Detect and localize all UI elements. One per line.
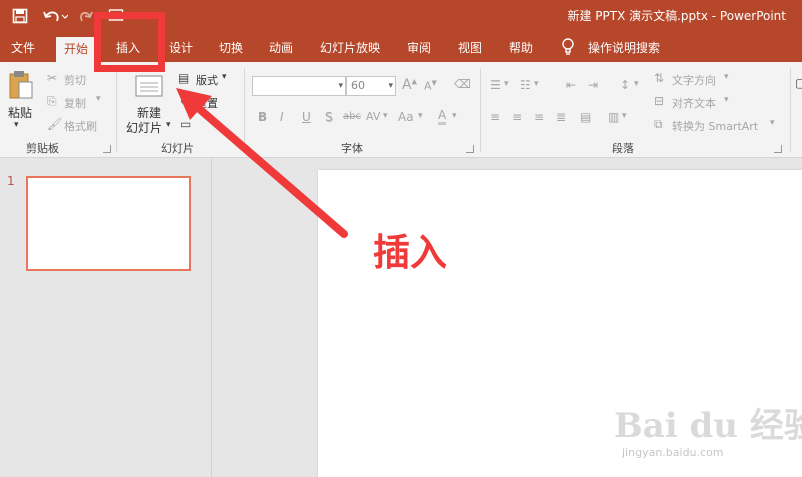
document-title: 新建 PPTX 演示文稿.pptx - PowerPoint <box>567 9 786 23</box>
redo-icon[interactable] <box>76 6 96 26</box>
font-name-combobox[interactable]: ▾ <box>252 76 346 96</box>
smartart-icon: ⧉ <box>654 117 663 131</box>
line-spacing-dropdown-icon[interactable]: ▾ <box>634 79 639 89</box>
group-divider <box>244 68 245 152</box>
layout-dropdown-icon[interactable]: ▾ <box>222 72 227 82</box>
new-slide-icon <box>134 74 164 101</box>
shadow-button[interactable]: S <box>325 110 333 124</box>
tab-view[interactable]: 视图 <box>456 34 484 62</box>
tab-slideshow[interactable]: 幻灯片放映 <box>318 34 382 62</box>
shrink-font-icon[interactable]: A▼ <box>424 79 437 93</box>
tab-animations[interactable]: 动画 <box>267 34 295 62</box>
slide-number: 1 <box>7 174 15 188</box>
new-slide-dropdown-icon[interactable]: ▾ <box>166 120 171 130</box>
save-icon[interactable] <box>10 6 30 26</box>
tab-design[interactable]: 设计 <box>167 34 195 62</box>
tab-transitions[interactable]: 切换 <box>217 34 245 62</box>
group-divider <box>480 68 481 152</box>
character-spacing-button[interactable]: AV <box>366 110 380 123</box>
slide-thumbnail[interactable] <box>26 176 191 271</box>
font-color-dropdown-icon[interactable]: ▾ <box>452 111 457 121</box>
tab-home[interactable]: 开始 <box>56 37 97 62</box>
new-slide-label-2[interactable]: 幻灯片 <box>126 119 162 136</box>
font-size-combobox[interactable]: 60 ▾ <box>346 76 396 96</box>
numbering-dropdown-icon[interactable]: ▾ <box>534 79 539 89</box>
grow-font-icon[interactable]: A▲ <box>402 77 417 93</box>
paste-icon[interactable] <box>8 70 34 103</box>
section-icon[interactable]: ▭ <box>180 117 191 131</box>
align-center-icon[interactable]: ≡ <box>512 110 522 124</box>
lightbulb-icon[interactable] <box>561 38 575 56</box>
tab-help[interactable]: 帮助 <box>507 34 535 62</box>
line-spacing-icon[interactable]: ↕ <box>620 78 630 92</box>
convert-smartart-dropdown-icon[interactable]: ▾ <box>770 118 775 128</box>
character-spacing-dropdown-icon[interactable]: ▾ <box>383 111 388 121</box>
clipboard-group-label: 剪贴板 <box>26 142 59 155</box>
align-text-button[interactable]: 对齐文本 <box>672 95 716 111</box>
paragraph-launcher-icon[interactable] <box>774 145 782 153</box>
watermark-logo: Bai du 经验 <box>614 406 802 446</box>
tab-file[interactable]: 文件 <box>9 34 37 62</box>
paste-button[interactable]: 粘贴 <box>8 104 32 121</box>
columns-icon[interactable]: ▥ <box>608 110 619 124</box>
numbering-icon[interactable]: ☷ <box>520 78 531 92</box>
paste-dropdown-icon[interactable]: ▾ <box>14 120 19 130</box>
align-text-dropdown-icon[interactable]: ▾ <box>724 95 729 105</box>
format-painter-icon: 🖌 <box>47 117 63 131</box>
change-case-dropdown-icon[interactable]: ▾ <box>418 111 423 121</box>
convert-smartart-button[interactable]: 转换为 SmartArt <box>672 118 758 134</box>
increase-indent-icon[interactable]: ⇥ <box>588 78 598 92</box>
highlight-box <box>94 12 165 72</box>
bullets-icon[interactable]: ☰ <box>490 78 501 92</box>
chevron-down-icon[interactable]: ▾ <box>388 77 393 95</box>
shapes-icon[interactable]: ▢ <box>795 76 802 90</box>
layout-button[interactable]: 版式 <box>196 72 218 88</box>
underline-button[interactable]: U <box>302 110 311 124</box>
change-case-button[interactable]: Aa <box>398 110 414 124</box>
clear-formatting-icon[interactable]: ⌫ <box>454 77 471 91</box>
decrease-indent-icon[interactable]: ⇤ <box>566 78 576 92</box>
italic-button[interactable]: I <box>280 110 284 124</box>
copy-dropdown-icon[interactable]: ▾ <box>96 94 101 104</box>
slides-group-label: 幻灯片 <box>161 142 194 155</box>
align-text-icon: ⊟ <box>654 94 665 108</box>
copy-button[interactable]: 复制 <box>64 95 86 111</box>
strikethrough-button[interactable]: abc <box>343 111 361 122</box>
watermark: Bai du 经验 jingyan.baidu.com <box>614 398 802 466</box>
bullets-dropdown-icon[interactable]: ▾ <box>504 79 509 89</box>
clipboard-launcher-icon[interactable] <box>103 145 111 153</box>
chevron-down-icon[interactable]: ▾ <box>338 77 343 95</box>
paragraph-group-label: 段落 <box>612 142 634 155</box>
align-right-icon[interactable]: ≡ <box>534 110 544 124</box>
justify-icon[interactable]: ≣ <box>556 110 566 124</box>
distributed-icon[interactable]: ▤ <box>580 110 591 124</box>
reset-icon: ↺ <box>180 94 191 108</box>
layout-icon: ▤ <box>178 71 190 85</box>
bold-button[interactable]: B <box>258 110 267 124</box>
format-painter-button[interactable]: 格式刷 <box>64 118 97 134</box>
font-launcher-icon[interactable] <box>466 145 474 153</box>
ribbon: 粘贴 ▾ ✂ 剪切 ⎘ 复制 ▾ 🖌 格式刷 剪贴板 新建 幻灯片 ▾ ▤ 版式… <box>0 62 802 158</box>
font-size-value: 60 <box>351 79 365 92</box>
align-left-icon[interactable]: ≡ <box>490 110 500 124</box>
columns-dropdown-icon[interactable]: ▾ <box>622 111 627 121</box>
copy-icon: ⎘ <box>47 94 57 108</box>
cut-icon: ✂ <box>47 71 58 85</box>
cut-button[interactable]: 剪切 <box>64 72 86 88</box>
tab-review[interactable]: 审阅 <box>405 34 433 62</box>
tell-me-search[interactable]: 操作说明搜索 <box>586 34 662 62</box>
group-divider <box>116 68 117 152</box>
font-color-button[interactable]: A <box>438 108 447 125</box>
text-direction-dropdown-icon[interactable]: ▾ <box>724 72 729 82</box>
font-group-label: 字体 <box>341 142 363 155</box>
group-divider <box>790 68 791 152</box>
text-direction-icon: ⇅ <box>654 71 665 85</box>
reset-button[interactable]: 重置 <box>196 95 218 111</box>
text-direction-button[interactable]: 文字方向 <box>672 72 716 88</box>
annotation-label: 插入 <box>373 231 447 274</box>
watermark-url: jingyan.baidu.com <box>622 446 724 459</box>
undo-icon[interactable] <box>40 6 70 26</box>
